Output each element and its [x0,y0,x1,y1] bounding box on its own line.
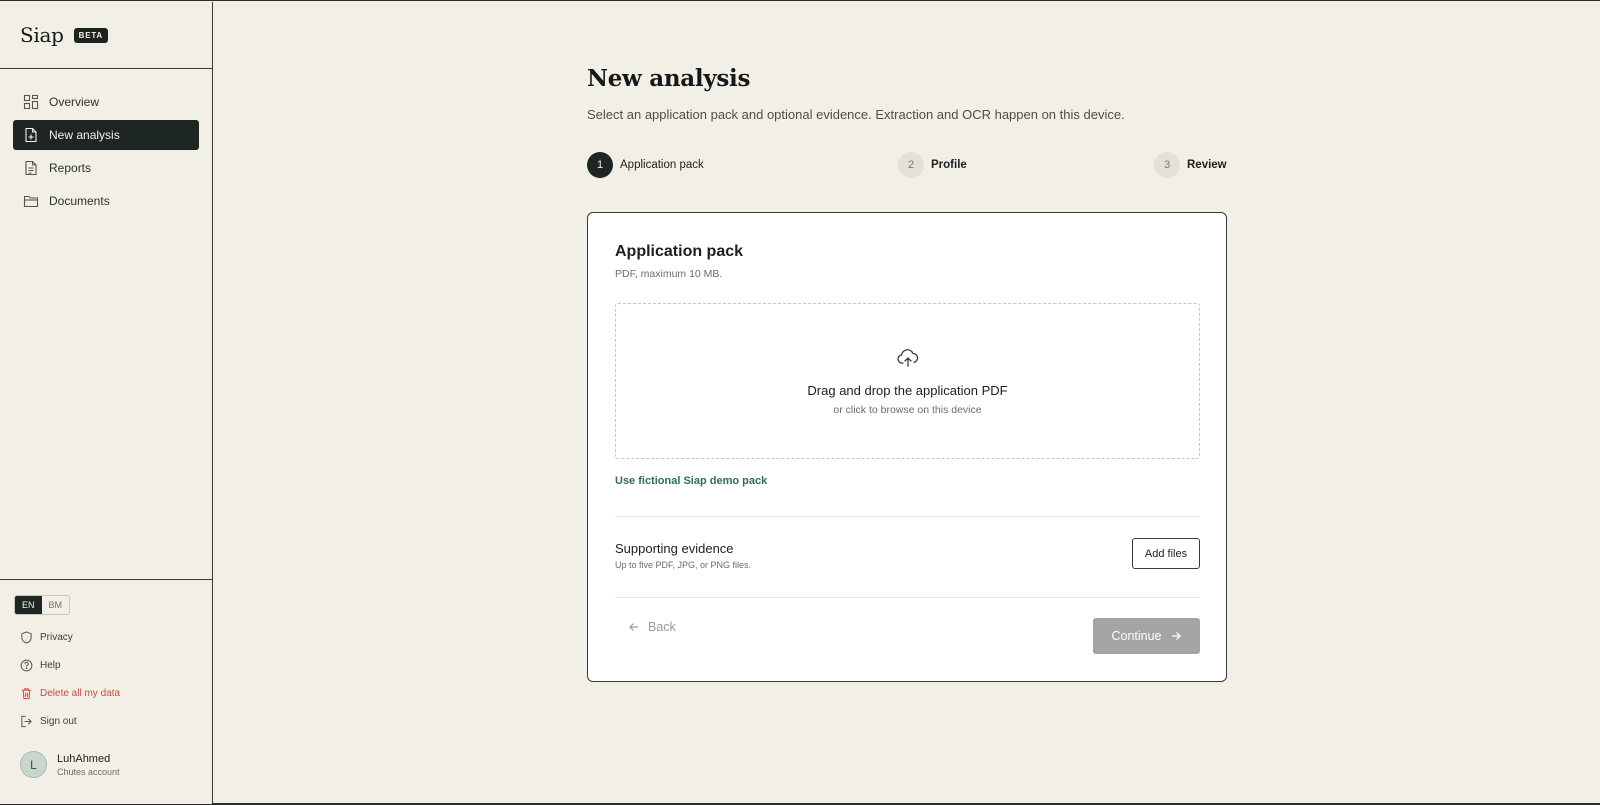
card-title: Application pack [615,243,744,260]
pdf-dropzone[interactable]: Drag and drop the application PDF or cli… [615,303,1200,459]
language-option-bm[interactable]: BM [42,596,69,614]
brand: Siap BETA [0,2,212,69]
step-number: 2 [898,152,924,178]
add-files-button[interactable]: Add files [1132,538,1200,569]
beta-badge: BETA [73,27,109,43]
sign-out-link[interactable]: Sign out [14,707,198,735]
sidebar-item-overview[interactable]: Overview [13,87,199,117]
step-label: Review [1187,159,1227,171]
help-circle-icon [20,659,33,672]
language-toggle: EN BM [14,595,71,615]
continue-label: Continue [1111,629,1162,643]
demo-pack-link[interactable]: Use fictional Siap demo pack [615,475,767,487]
sidebar-item-documents[interactable]: Documents [13,186,199,216]
sidebar-item-label: New analysis [49,128,120,142]
cloud-upload-icon [896,346,920,375]
sign-out-icon [20,715,33,728]
help-label: Help [40,659,61,671]
sign-out-label: Sign out [40,715,77,727]
sidebar-item-new-analysis[interactable]: New analysis [13,120,199,150]
shield-icon [20,630,33,644]
avatar: L [20,751,47,778]
step-label: Profile [931,159,967,171]
sidebar-footer: EN BM Privacy Help Delete all my data Si… [0,579,212,804]
evidence-title: Supporting evidence [615,541,734,556]
grid-icon [23,94,39,110]
user-account: Chutes account [57,766,120,777]
sidebar: Siap BETA Overview New analysis Reports … [0,2,213,804]
brand-name: Siap [20,23,64,47]
dropzone-subtitle: or click to browse on this device [833,404,982,416]
stepper: 1 Application pack 2 Profile 3 Review [587,152,1227,178]
sidebar-nav: Overview New analysis Reports Documents [0,69,212,216]
app-window: Siap BETA Overview New analysis Reports … [0,0,1600,805]
page-subtitle: Select an application pack and optional … [587,107,1125,122]
delete-data-link[interactable]: Delete all my data [14,679,198,707]
arrow-right-icon [1170,630,1182,642]
user-profile[interactable]: L LuhAhmed Chutes account [14,751,198,778]
page-title: New analysis [587,65,751,92]
continue-button[interactable]: Continue [1093,618,1200,654]
card-subtitle: PDF, maximum 10 MB. [615,268,723,280]
sidebar-item-label: Reports [49,161,92,175]
divider [615,597,1200,598]
dropzone-title: Drag and drop the application PDF [807,383,1008,398]
sidebar-item-label: Overview [49,95,100,109]
delete-data-label: Delete all my data [40,687,121,699]
evidence-subtitle: Up to five PDF, JPG, or PNG files. [615,560,752,570]
step-number: 3 [1154,152,1180,178]
step-profile: 2 Profile [898,152,967,178]
help-link[interactable]: Help [14,651,198,679]
privacy-label: Privacy [40,631,73,643]
file-plus-icon [23,127,39,143]
trash-icon [20,687,33,700]
divider [615,516,1200,517]
folder-icon [23,193,39,209]
back-button[interactable]: Back [628,620,676,634]
user-name: LuhAhmed [57,752,111,765]
step-review: 3 Review [1154,152,1227,178]
privacy-link[interactable]: Privacy [14,623,198,651]
sidebar-item-label: Documents [49,194,110,208]
step-label: Application pack [620,159,704,171]
file-text-icon [23,160,39,176]
back-label: Back [648,620,676,634]
arrow-left-icon [628,621,640,633]
step-number: 1 [587,152,613,178]
step-application-pack: 1 Application pack [587,152,704,178]
sidebar-item-reports[interactable]: Reports [13,153,199,183]
application-pack-card: Application pack PDF, maximum 10 MB. Dra… [587,212,1227,682]
language-option-en[interactable]: EN [15,596,42,614]
